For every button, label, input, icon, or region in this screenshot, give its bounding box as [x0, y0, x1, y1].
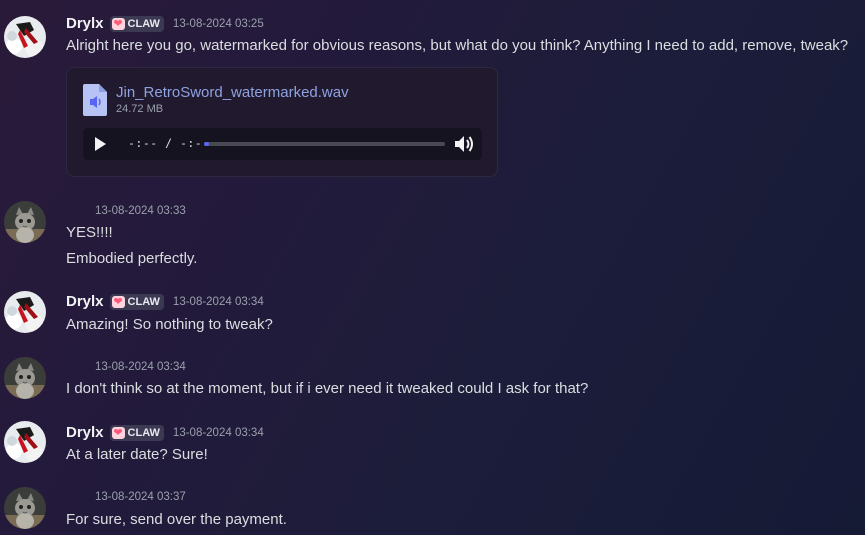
- timestamp: 13-08-2024 03:33: [95, 205, 186, 217]
- audio-time: -:-- / -:--: [128, 136, 210, 150]
- message-text: Embodied perfectly.: [66, 250, 198, 267]
- username[interactable]: Drylx: [66, 293, 104, 310]
- message-text: Amazing! So nothing to tweak?: [66, 316, 273, 333]
- play-icon[interactable]: [92, 136, 108, 152]
- user-tag: ❤ CLAW: [109, 293, 164, 310]
- timestamp: 13-08-2024 03:34: [172, 426, 264, 439]
- heart-icon: ❤: [111, 17, 125, 30]
- avatar-drylx-image: [4, 421, 46, 463]
- avatar-cat-image: [4, 357, 46, 399]
- heart-icon: ❤: [111, 426, 125, 439]
- message-text: Alright here you go, watermarked for obv…: [66, 37, 849, 54]
- message-text: YES!!!!: [66, 224, 113, 241]
- avatar-cat-user[interactable]: [4, 487, 46, 529]
- tag-label: CLAW: [127, 17, 160, 30]
- message-text: I don't think so at the moment, but if i…: [66, 380, 589, 397]
- avatar-cat-image: [4, 201, 46, 243]
- message-text: For sure, send over the payment.: [66, 511, 287, 528]
- audio-player: -:-- / -:--: [83, 128, 482, 160]
- avatar-cat-user[interactable]: [4, 201, 46, 243]
- avatar-drylx[interactable]: [4, 421, 46, 463]
- user-tag: ❤ CLAW: [109, 424, 164, 441]
- timestamp: 13-08-2024 03:34: [95, 361, 186, 373]
- file-name-link[interactable]: Jin_RetroSword_watermarked.wav: [116, 84, 349, 101]
- tag-label: CLAW: [127, 295, 160, 308]
- avatar-drylx-image: [4, 16, 46, 58]
- message-text: At a later date? Sure!: [66, 446, 208, 463]
- avatar-cat-user[interactable]: [4, 357, 46, 399]
- timestamp: 13-08-2024 03:25: [172, 17, 264, 30]
- username[interactable]: Drylx: [66, 15, 104, 32]
- avatar-cat-image: [4, 487, 46, 529]
- avatar-drylx-image: [4, 291, 46, 333]
- audio-file-icon: [83, 84, 107, 116]
- heart-icon: ❤: [111, 295, 125, 308]
- audio-attachment: Jin_RetroSword_watermarked.wav 24.72 MB …: [66, 67, 498, 177]
- audio-progress-fill: [204, 142, 209, 146]
- user-tag: ❤ CLAW: [109, 15, 164, 32]
- file-size: 24.72 MB: [116, 103, 164, 115]
- timestamp: 13-08-2024 03:34: [172, 295, 264, 308]
- avatar-drylx[interactable]: [4, 16, 46, 58]
- volume-icon[interactable]: [453, 134, 475, 154]
- audio-progress-bar[interactable]: [204, 142, 445, 146]
- username[interactable]: Drylx: [66, 424, 104, 441]
- avatar-drylx[interactable]: [4, 291, 46, 333]
- tag-label: CLAW: [127, 426, 160, 439]
- timestamp: 13-08-2024 03:37: [95, 491, 186, 503]
